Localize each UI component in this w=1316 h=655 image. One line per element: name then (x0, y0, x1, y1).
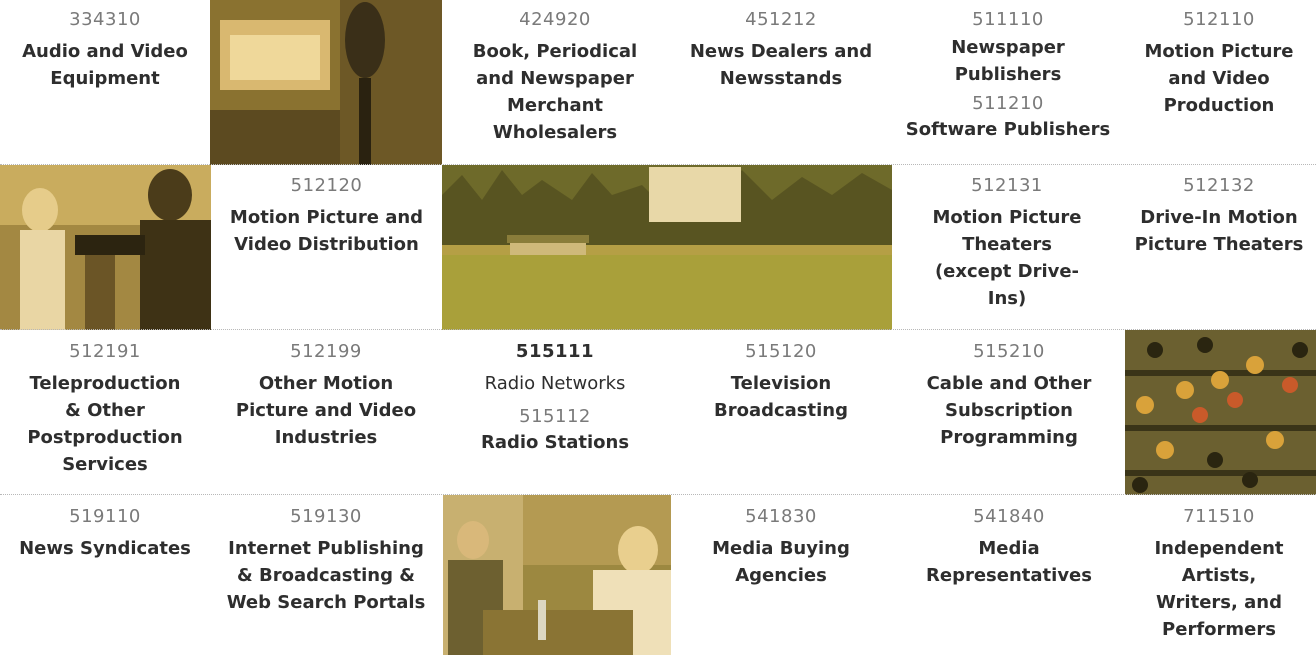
naics-code: 512199 (290, 341, 362, 362)
naics-cell-711510[interactable]: 711510 Independent Artists, Writers, and… (1122, 505, 1316, 643)
naics-cell-519110[interactable]: 519110 News Syndicates (0, 505, 210, 562)
interview-photo (443, 495, 671, 655)
naics-cell-541840[interactable]: 541840 Media Representatives (894, 505, 1124, 589)
naics-code-grid: 334310 Audio and Video Equipment 424920 … (0, 0, 1316, 655)
industry-name: Independent Artists, Writers, and Perfor… (1154, 538, 1284, 640)
naics-code: 512120 (290, 175, 363, 196)
studio-microphone-photo (210, 0, 442, 165)
naics-cell-512199[interactable]: 512199 Other Motion Picture and Video In… (210, 340, 442, 451)
film-crew-camera-photo (0, 165, 211, 330)
industry-name: Newspaper Publishers (951, 37, 1065, 85)
naics-code: 519130 (290, 506, 362, 527)
naics-code: 519110 (69, 506, 141, 527)
naics-code: 512131 (971, 175, 1043, 196)
naics-cell-451212[interactable]: 451212 News Dealers and Newsstands (668, 8, 894, 92)
naics-code: 541840 (973, 506, 1045, 527)
naics-cell-512120[interactable]: 512120 Motion Picture and Video Distribu… (211, 174, 442, 258)
naics-cell-515120[interactable]: 515120 Television Broadcasting (668, 340, 894, 424)
naics-code: 424920 (519, 9, 591, 30)
industry-name: Drive-In Motion Picture Theaters (1134, 207, 1304, 255)
industry-name: Audio and Video Equipment (22, 41, 188, 89)
naics-code: 541830 (745, 506, 817, 527)
naics-code: 511110 (972, 9, 1044, 30)
industry-name: Television Broadcasting (714, 373, 848, 421)
naics-code: 515210 (973, 341, 1045, 362)
naics-cell-511110[interactable]: 511110 Newspaper Publishers 511210 Softw… (894, 8, 1122, 143)
row-separator (0, 329, 1316, 330)
naics-cell-512110[interactable]: 512110 Motion Picture and Video Producti… (1122, 8, 1316, 119)
naics-cell-512191[interactable]: 512191 Teleproduction & Other Postproduc… (0, 340, 210, 478)
industry-name: Teleproduction & Other Postproduction Se… (27, 373, 183, 475)
naics-cell-541830[interactable]: 541830 Media Buying Agencies (671, 505, 891, 589)
naics-cell-334310[interactable]: 334310 Audio and Video Equipment (0, 8, 210, 92)
industry-name: Radio Networks (484, 373, 626, 394)
naics-cell-512131[interactable]: 512131 Motion Picture Theaters (except D… (892, 174, 1122, 312)
naics-cell-515210[interactable]: 515210 Cable and Other Subscription Prog… (894, 340, 1124, 451)
naics-code-secondary: 515112 (519, 406, 591, 427)
industry-name: Internet Publishing & Broadcasting & Web… (226, 538, 426, 613)
industry-name-secondary: Radio Stations (480, 432, 630, 453)
naics-cell-424920[interactable]: 424920 Book, Periodical and Newspaper Me… (442, 8, 668, 146)
naics-cell-512132[interactable]: 512132 Drive-In Motion Picture Theaters (1122, 174, 1316, 258)
industry-name: Motion Picture Theaters (except Drive-In… (932, 207, 1082, 309)
naics-code: 512191 (69, 341, 141, 362)
naics-cell-515111[interactable]: 515111 Radio Networks 515112 Radio Stati… (442, 340, 668, 456)
industry-name: Motion Picture and Video Production (1144, 41, 1294, 116)
naics-code: 512110 (1183, 9, 1255, 30)
industry-name-secondary: Software Publishers (905, 119, 1111, 140)
industry-name: Other Motion Picture and Video Industrie… (235, 373, 417, 448)
industry-name: Motion Picture and Video Distribution (229, 207, 424, 255)
industry-name: Book, Periodical and Newspaper Merchant … (472, 41, 638, 143)
naics-code: 515120 (745, 341, 817, 362)
naics-code: 515111 (515, 341, 595, 362)
industry-name: Media Representatives (926, 538, 1092, 586)
industry-name: News Syndicates (19, 538, 191, 559)
industry-name: Media Buying Agencies (712, 538, 850, 586)
naics-code: 451212 (745, 9, 817, 30)
naics-cell-519130[interactable]: 519130 Internet Publishing & Broadcastin… (210, 505, 442, 616)
drive-in-theater-photo (442, 165, 892, 330)
naics-code: 512132 (1183, 175, 1255, 196)
naics-code: 711510 (1183, 506, 1255, 527)
industry-name: News Dealers and Newsstands (689, 41, 873, 89)
industry-name: Cable and Other Subscription Programming (926, 373, 1092, 448)
naics-code-secondary: 511210 (972, 93, 1044, 114)
mixing-console-photo (1125, 330, 1316, 495)
naics-code: 334310 (69, 9, 141, 30)
